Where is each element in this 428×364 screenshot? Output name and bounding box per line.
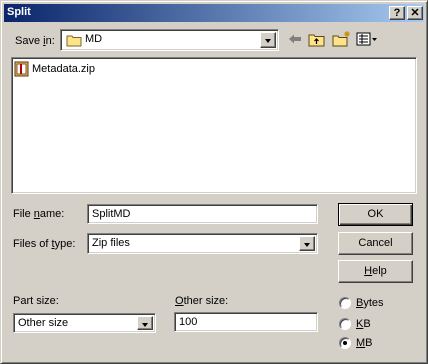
part-size-combo[interactable]: Other size bbox=[13, 313, 156, 333]
up-folder-icon[interactable] bbox=[308, 31, 326, 47]
kb-radio[interactable] bbox=[339, 318, 351, 330]
other-size-value: 100 bbox=[179, 316, 198, 328]
save-in-label: Save in: bbox=[15, 35, 55, 47]
save-in-dropdown-arrow[interactable] bbox=[260, 32, 276, 48]
file-name-field[interactable]: SplitMD bbox=[87, 204, 318, 224]
part-size-label: Part size: bbox=[13, 295, 59, 307]
file-name-label: File name: bbox=[13, 208, 65, 220]
ok-button[interactable]: OK bbox=[338, 203, 413, 226]
title-bar[interactable]: Split ? ✕ bbox=[4, 4, 424, 22]
save-in-combo[interactable]: MD bbox=[60, 29, 279, 51]
file-list[interactable]: Metadata.zip bbox=[11, 57, 417, 194]
file-name-text: Metadata.zip bbox=[32, 63, 95, 75]
other-size-label: Other size: bbox=[175, 295, 229, 307]
view-menu-icon[interactable] bbox=[356, 32, 378, 46]
kb-label[interactable]: KB bbox=[356, 318, 371, 330]
back-arrow-icon[interactable] bbox=[288, 33, 302, 45]
file-type-dropdown-arrow[interactable] bbox=[299, 236, 315, 251]
help-button[interactable]: Help bbox=[338, 260, 413, 283]
file-type-value: Zip files bbox=[92, 237, 130, 249]
file-type-label: Files of type: bbox=[13, 238, 76, 250]
save-in-value: MD bbox=[85, 33, 103, 45]
file-name-value: SplitMD bbox=[92, 208, 131, 220]
mb-radio[interactable] bbox=[339, 337, 351, 349]
other-size-field[interactable]: 100 bbox=[174, 312, 318, 332]
part-size-dropdown-arrow[interactable] bbox=[137, 316, 153, 330]
close-button[interactable]: ✕ bbox=[407, 6, 423, 20]
part-size-value: Other size bbox=[18, 317, 69, 329]
window-title: Split bbox=[7, 6, 31, 18]
bytes-radio[interactable] bbox=[339, 297, 351, 309]
help-title-button[interactable]: ? bbox=[389, 6, 405, 20]
folder-icon bbox=[66, 35, 82, 47]
bytes-label[interactable]: Bytes bbox=[356, 297, 384, 309]
cancel-button[interactable]: Cancel bbox=[338, 232, 413, 255]
file-type-combo[interactable]: Zip files bbox=[87, 233, 318, 254]
zip-archive-icon bbox=[14, 61, 29, 77]
mb-label[interactable]: MB bbox=[356, 337, 373, 349]
split-dialog: Split ? ✕ Save in: MD Metadata.zip File … bbox=[0, 0, 428, 364]
new-folder-icon[interactable] bbox=[332, 30, 352, 47]
